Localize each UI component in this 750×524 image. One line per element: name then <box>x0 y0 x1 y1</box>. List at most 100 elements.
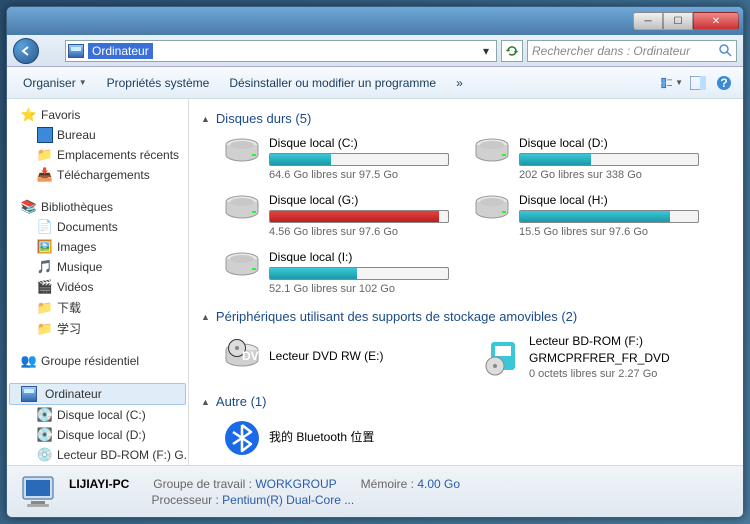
section-hard-drives[interactable]: ▲Disques durs (5) <box>193 107 739 130</box>
memory-value: 4.00 Go <box>417 477 460 491</box>
device-free-text: 0 octets libres sur 2.27 Go <box>529 368 719 380</box>
drive-icon: 💽 <box>37 427 53 443</box>
other-item[interactable]: 我的 Bluetooth 位置 <box>221 417 461 459</box>
hard-drive-icon <box>223 136 261 168</box>
content-pane: ▲Disques durs (5) Disque local (C:) 64.6 … <box>189 99 743 465</box>
system-properties-button[interactable]: Propriétés système <box>99 72 218 94</box>
sidebar-item-study-cn[interactable]: 📁学习 <box>7 318 188 339</box>
help-button[interactable]: ? <box>713 72 735 94</box>
section-removable[interactable]: ▲Périphériques utilisant des supports de… <box>193 305 739 328</box>
triangle-down-icon: ▲ <box>201 397 210 407</box>
drive-name: Disque local (I:) <box>269 250 449 264</box>
recent-icon: 📁 <box>37 147 53 163</box>
explorer-window: ─ ☐ ✕ Ordinateur ▾ Rechercher dans : Ord… <box>6 6 744 518</box>
uninstall-program-button[interactable]: Désinstaller ou modifier un programme <box>221 72 444 94</box>
minimize-button[interactable]: ─ <box>633 12 663 30</box>
cpu-value: Pentium(R) Dual-Core ... <box>222 493 354 507</box>
desktop-icon <box>37 127 53 143</box>
search-input[interactable]: Rechercher dans : Ordinateur <box>527 40 737 62</box>
device-label: GRMCPRFRER_FR_DVD <box>529 351 719 365</box>
chevron-down-icon: ▼ <box>675 78 683 87</box>
drive-item[interactable]: Disque local (D:) 202 Go libres sur 338 G… <box>471 134 701 183</box>
sidebar-item-bdrom[interactable]: 💿Lecteur BD-ROM (F:) G... <box>7 445 188 465</box>
image-icon: 🖼️ <box>37 239 53 255</box>
computer-large-icon <box>17 471 59 513</box>
address-input[interactable]: Ordinateur ▾ <box>65 40 497 62</box>
sidebar-item-drive-d[interactable]: 💽Disque local (D:) <box>7 425 188 445</box>
device-name: Lecteur DVD RW (E:) <box>269 349 459 363</box>
view-icon <box>661 76 675 90</box>
drive-name: Disque local (C:) <box>269 136 449 150</box>
close-button[interactable]: ✕ <box>693 12 739 30</box>
sidebar-item-downloads[interactable]: 📥Téléchargements <box>7 165 188 185</box>
bd-rom-icon <box>483 338 521 376</box>
hard-drive-icon <box>473 136 511 168</box>
folder-icon: 📁 <box>37 300 53 316</box>
section-other[interactable]: ▲Autre (1) <box>193 390 739 413</box>
sidebar-item-videos[interactable]: 🎬Vidéos <box>7 277 188 297</box>
folder-icon: 📁 <box>37 321 53 337</box>
hard-drive-icon <box>473 193 511 225</box>
hard-drive-icon <box>223 250 261 282</box>
organize-button[interactable]: Organiser▼ <box>15 72 95 94</box>
sidebar-item-recent[interactable]: 📁Emplacements récents <box>7 145 188 165</box>
device-name: 我的 Bluetooth 位置 <box>269 428 459 445</box>
computer-group[interactable]: Ordinateur <box>9 383 186 405</box>
homegroup[interactable]: 👥Groupe résidentiel <box>7 351 188 371</box>
address-bar: Ordinateur ▾ Rechercher dans : Ordinateu… <box>7 35 743 67</box>
search-icon <box>719 44 732 57</box>
removable-item[interactable]: Lecteur BD-ROM (F:) GRMCPRFRER_FR_DVD 0 oc… <box>481 332 721 382</box>
back-button[interactable] <box>13 38 39 64</box>
library-icon: 📚 <box>21 199 37 215</box>
titlebar: ─ ☐ ✕ <box>7 7 743 35</box>
drive-name: Disque local (H:) <box>519 193 699 207</box>
removable-item[interactable]: DVD Lecteur DVD RW (E:) <box>221 332 461 382</box>
document-icon: 📄 <box>37 219 53 235</box>
downloads-icon: 📥 <box>37 167 53 183</box>
drive-free-text: 52.1 Go libres sur 102 Go <box>269 283 449 295</box>
computer-icon <box>68 44 84 58</box>
refresh-button[interactable] <box>501 40 523 62</box>
usage-bar <box>519 153 699 166</box>
drive-free-text: 4.56 Go libres sur 97.6 Go <box>269 226 449 238</box>
triangle-down-icon: ▲ <box>201 312 210 322</box>
drive-free-text: 15.5 Go libres sur 97.6 Go <box>519 226 699 238</box>
usage-bar <box>269 153 449 166</box>
sidebar-item-download-cn[interactable]: 📁下载 <box>7 297 188 318</box>
address-dropdown[interactable]: ▾ <box>478 44 494 58</box>
video-icon: 🎬 <box>37 279 53 295</box>
svg-text:?: ? <box>720 76 727 90</box>
drive-free-text: 64.6 Go libres sur 97.5 Go <box>269 169 449 181</box>
device-name: Lecteur BD-ROM (F:) <box>529 334 719 348</box>
sidebar-item-drive-c[interactable]: 💽Disque local (C:) <box>7 405 188 425</box>
arrow-left-icon <box>20 45 32 57</box>
homegroup-icon: 👥 <box>21 353 37 369</box>
usage-bar <box>269 267 449 280</box>
usage-bar <box>269 210 449 223</box>
sidebar-item-music[interactable]: 🎵Musique <box>7 257 188 277</box>
toolbar-overflow[interactable]: » <box>448 72 471 94</box>
drive-free-text: 202 Go libres sur 338 Go <box>519 169 699 181</box>
drive-name: Disque local (D:) <box>519 136 699 150</box>
svg-text:DVD: DVD <box>242 349 261 363</box>
dvd-drive-icon: DVD <box>223 338 261 376</box>
bluetooth-icon <box>223 419 261 457</box>
drive-item[interactable]: Disque local (C:) 64.6 Go libres sur 97.5… <box>221 134 451 183</box>
sidebar-item-documents[interactable]: 📄Documents <box>7 217 188 237</box>
view-options-button[interactable]: ▼ <box>661 72 683 94</box>
maximize-button[interactable]: ☐ <box>663 12 693 30</box>
triangle-down-icon: ▲ <box>201 114 210 124</box>
preview-pane-button[interactable] <box>687 72 709 94</box>
sidebar-item-images[interactable]: 🖼️Images <box>7 237 188 257</box>
favorites-group[interactable]: ⭐Favoris <box>7 105 188 125</box>
drive-item[interactable]: Disque local (H:) 15.5 Go libres sur 97.6… <box>471 191 701 240</box>
navigation-pane: ⭐Favoris Bureau 📁Emplacements récents 📥T… <box>7 99 189 465</box>
drive-item[interactable]: Disque local (G:)4.56 Go libres sur 97.6… <box>221 191 451 240</box>
computer-icon <box>21 386 37 402</box>
address-text: Ordinateur <box>88 43 153 59</box>
drive-item[interactable]: Disque local (I:) 52.1 Go libres sur 102 … <box>221 248 451 297</box>
status-bar: LIJIAYI-PC Groupe de travail : WORKGROUP… <box>7 465 743 517</box>
libraries-group[interactable]: 📚Bibliothèques <box>7 197 188 217</box>
pane-icon <box>690 76 706 90</box>
sidebar-item-desktop[interactable]: Bureau <box>7 125 188 145</box>
